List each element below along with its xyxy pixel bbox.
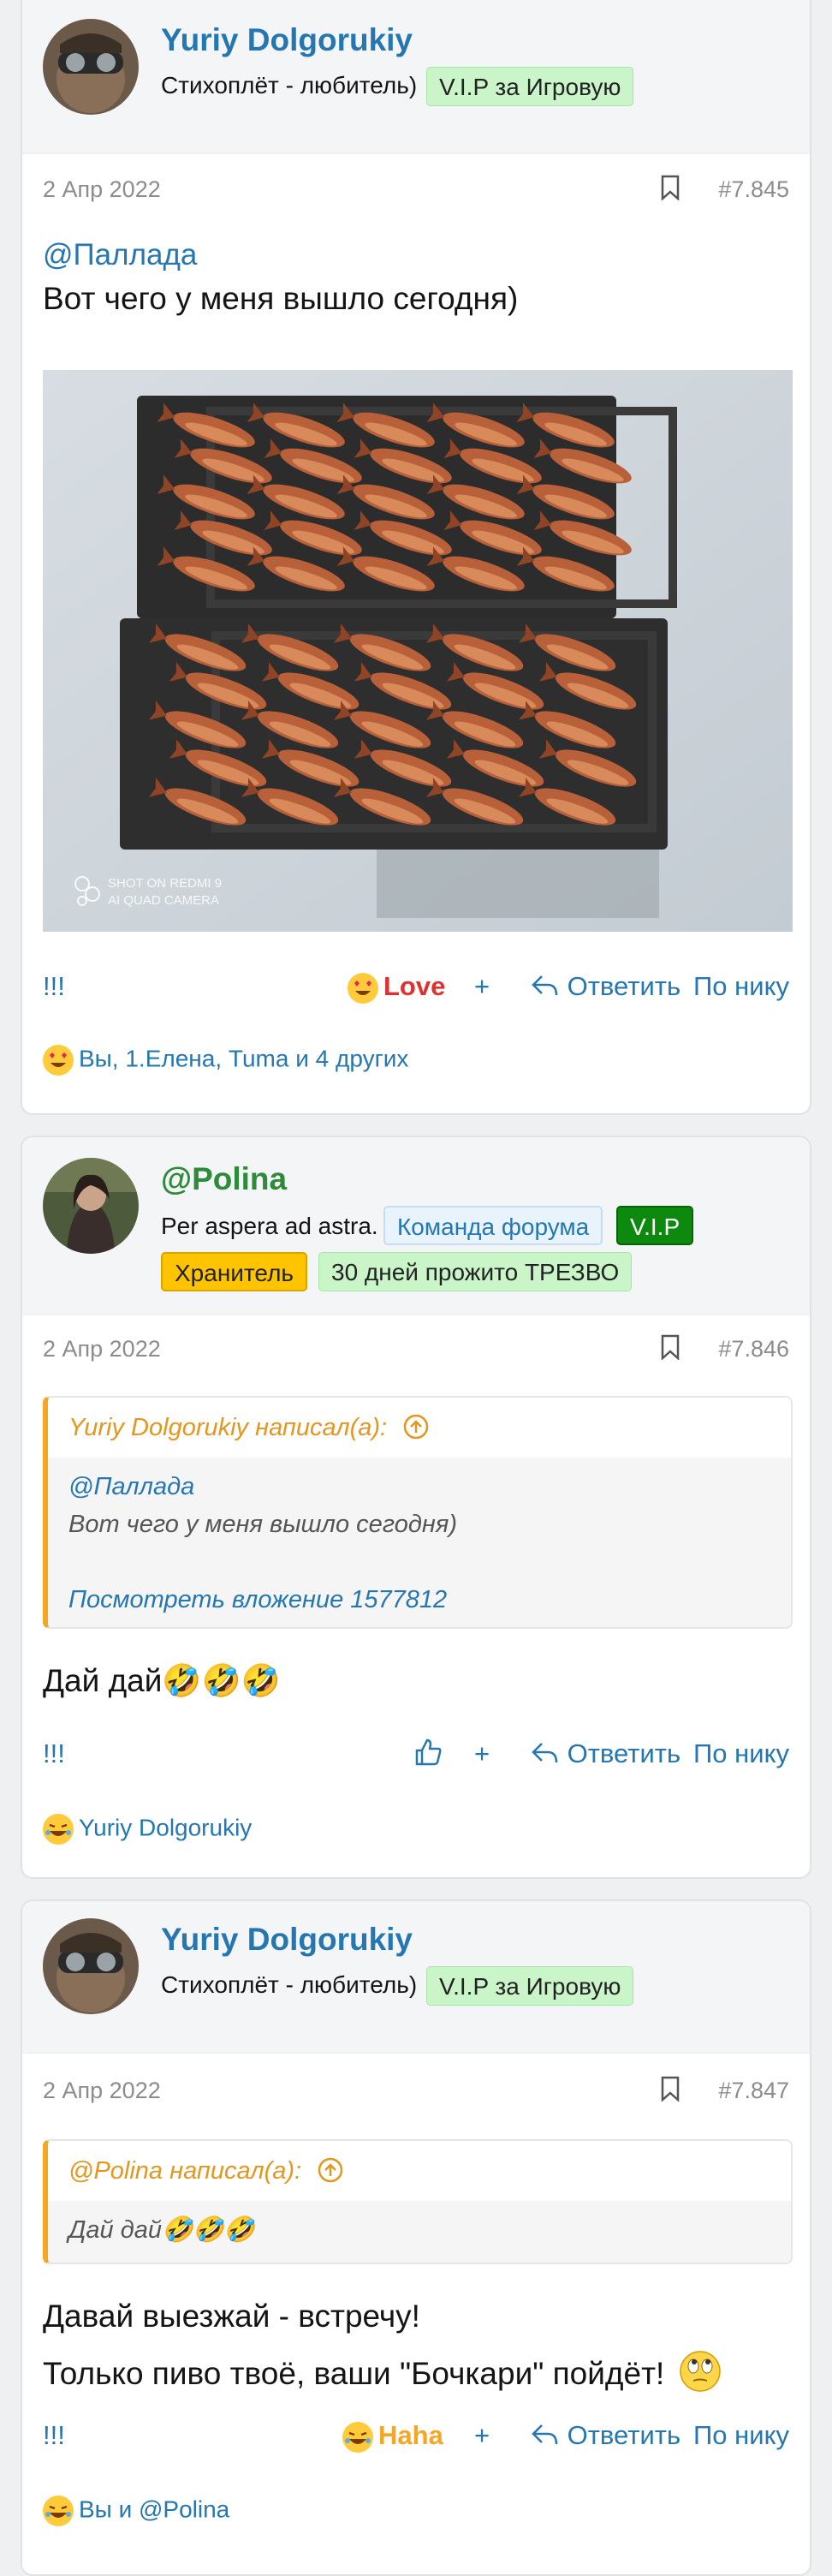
user-badge-vip-game: V.I.P за Игровую (426, 1966, 634, 2006)
post-author-header: Yuriy Dolgorukiy Стихоплёт - любитель) V… (22, 0, 810, 154)
post-actions: !!! Haha + Ответить По нику (43, 2417, 789, 2454)
laughing-emoji-icon (342, 2421, 373, 2453)
post-7845: Yuriy Dolgorukiy Стихоплёт - любитель) V… (21, 0, 811, 1115)
user-title: Стихоплёт - любитель) (161, 72, 418, 98)
author-name[interactable]: Yuriy Dolgorukiy (161, 1922, 413, 1958)
more-actions-button[interactable]: !!! (43, 1735, 65, 1773)
by-nick-button[interactable]: По нику (693, 1735, 789, 1773)
more-actions-button[interactable]: !!! (43, 968, 65, 1005)
thumbs-up-icon (415, 1738, 442, 1766)
post-7847: Yuriy Dolgorukiy Стихоплёт - любитель) V… (21, 1899, 811, 2576)
post-actions: !!! Love + Ответить По нику (43, 968, 789, 1005)
reply-label: Ответить (567, 971, 681, 1001)
love-emoji-icon (348, 972, 378, 1004)
bookmark-icon[interactable] (661, 1334, 680, 1360)
avatar[interactable] (43, 19, 139, 115)
by-nick-button[interactable]: По нику (693, 968, 789, 1005)
add-reaction-button[interactable]: + (474, 2417, 490, 2454)
user-title: Per aspera ad astra. (161, 1213, 378, 1239)
user-badge-vip-game: V.I.P за Игровую (426, 67, 634, 106)
like-button[interactable] (414, 1735, 443, 1773)
reaction-label: Haha (378, 2420, 443, 2450)
user-badge-sober: 30 дней прожито ТРЕЗВО (318, 1252, 633, 1291)
quote-text: Дай дай🤣🤣🤣 (68, 2216, 255, 2244)
reactions-summary[interactable]: Yuriy Dolgorukiy (43, 1814, 252, 1845)
reactions-users: Yuriy Dolgorukiy (79, 1814, 253, 1841)
view-attachment-link[interactable]: Посмотреть вложение 1577812 (68, 1581, 770, 1619)
reactions-summary[interactable]: Вы, 1.Елена, Tuma и 4 других (43, 1045, 408, 1076)
watermark-line1: SHOT ON REDMI 9 (108, 876, 222, 891)
thread-page: Yuriy Dolgorukiy Стихоплёт - любитель) V… (0, 0, 832, 2576)
reply-icon (532, 2424, 558, 2445)
post-text-line2: Только пиво твоё, ваши "Бочкари" пойдёт! (43, 2356, 665, 2391)
quote-header[interactable]: @Polina написал(а): (48, 2141, 791, 2201)
quote-body: Дай дай🤣🤣🤣 (48, 2201, 791, 2263)
reply-icon (532, 1743, 558, 1763)
reply-button[interactable]: Ответить (531, 968, 680, 1005)
quote-header[interactable]: Yuriy Dolgorukiy написал(а): (48, 1398, 791, 1458)
reply-label: Ответить (567, 1738, 681, 1768)
jump-to-quote-icon[interactable] (317, 2156, 344, 2184)
reaction-label: Love (383, 971, 446, 1001)
watermark-line2: AI QUAD CAMERA (108, 893, 219, 908)
rolling-eyes-emoji-icon (679, 2351, 721, 2392)
jump-to-quote-icon[interactable] (402, 1413, 430, 1440)
laughing-emoji-icon (43, 1814, 74, 1845)
author-name[interactable]: @Polina (161, 1161, 287, 1197)
post-author-header: Yuriy Dolgorukiy Стихоплёт - любитель) V… (22, 1901, 810, 2054)
post-number[interactable]: #7.847 (718, 2078, 789, 2104)
post-actions: !!! + Ответить По нику (43, 1735, 789, 1773)
laughing-emoji-icon (43, 2496, 74, 2526)
quote-block: @Polina написал(а): Дай дай🤣🤣🤣 (43, 2139, 793, 2264)
quote-author: Yuriy Dolgorukiy написал(а): (68, 1414, 388, 1441)
user-mention[interactable]: @Паллада (43, 238, 197, 272)
post-text: Дай дай🤣🤣🤣 (43, 1663, 281, 1698)
photo-fish-grill: SHOT ON REDMI 9 AI QUAD CAMERA (43, 370, 793, 932)
post-7846: @Polina Per aspera ad astra. Команда фор… (21, 1136, 811, 1879)
add-reaction-button[interactable]: + (474, 968, 490, 1005)
post-text: Вот чего у меня вышло сегодня) (43, 281, 519, 316)
reaction-button[interactable]: Haha (342, 2417, 443, 2454)
post-date[interactable]: 2 Апр 2022 (43, 176, 161, 203)
reactions-users: Вы, 1.Елена, Tuma и 4 других (79, 1045, 409, 1072)
more-actions-button[interactable]: !!! (43, 2417, 65, 2454)
bookmark-icon[interactable] (661, 2076, 680, 2102)
post-date[interactable]: 2 Апр 2022 (43, 2078, 161, 2104)
avatar[interactable] (43, 1158, 139, 1254)
love-emoji-icon (43, 1045, 74, 1076)
by-nick-button[interactable]: По нику (693, 2417, 789, 2454)
quote-text: Вот чего у меня вышло сегодня) (68, 1511, 458, 1538)
reply-button[interactable]: Ответить (531, 1735, 680, 1773)
post-date[interactable]: 2 Апр 2022 (43, 1336, 161, 1363)
quote-author: @Polina написал(а): (68, 2157, 302, 2185)
quote-mention[interactable]: @Паллада (68, 1468, 770, 1506)
post-author-header: @Polina Per aspera ad astra. Команда фор… (22, 1137, 810, 1315)
attached-photo[interactable]: SHOT ON REDMI 9 AI QUAD CAMERA (43, 370, 793, 932)
user-title: Стихоплёт - любитель) (161, 1971, 418, 1998)
reply-icon (532, 975, 558, 996)
user-badge-vip: V.I.P (616, 1206, 694, 1245)
reactions-users: Вы и @Polina (79, 2496, 230, 2523)
bookmark-icon[interactable] (661, 175, 680, 200)
post-text-line2-wrap: Только пиво твоё, ваши "Бочкари" пойдёт! (43, 2350, 722, 2393)
post-number[interactable]: #7.846 (718, 1336, 789, 1363)
reply-label: Ответить (567, 2420, 681, 2450)
avatar[interactable] (43, 1918, 139, 2014)
quote-body: @Паллада Вот чего у меня вышло сегодня) … (48, 1458, 791, 1627)
quote-block: Yuriy Dolgorukiy написал(а): @Паллада Во… (43, 1396, 793, 1629)
post-number[interactable]: #7.845 (718, 176, 789, 203)
add-reaction-button[interactable]: + (474, 1735, 490, 1773)
reply-button[interactable]: Ответить (531, 2417, 680, 2454)
reaction-button[interactable]: Love (348, 968, 445, 1005)
user-badge-keeper: Хранитель (161, 1252, 308, 1291)
post-text-line1: Давай выезжай - встречу! (43, 2299, 420, 2334)
author-name[interactable]: Yuriy Dolgorukiy (161, 22, 413, 58)
reactions-summary[interactable]: Вы и @Polina (43, 2496, 229, 2526)
user-badge-team: Команда форума (383, 1206, 603, 1245)
